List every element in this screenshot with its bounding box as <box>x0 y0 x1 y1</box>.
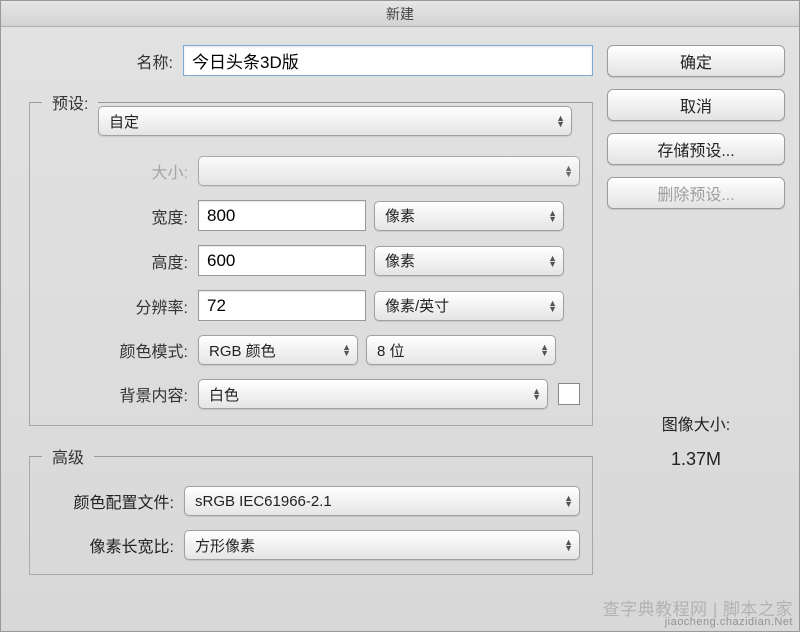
width-input[interactable] <box>198 200 366 231</box>
width-unit-value: 像素 <box>385 205 539 226</box>
bgcontent-value: 白色 <box>209 384 523 405</box>
bgcontent-label: 背景内容: <box>30 382 198 406</box>
save-preset-button[interactable]: 存储预设... <box>607 133 785 165</box>
image-size-value: 1.37M <box>607 449 785 470</box>
advanced-fieldset: 高级 颜色配置文件: sRGB IEC61966-2.1 像素长宽比: 方形像素 <box>29 444 593 575</box>
updown-icon <box>548 255 557 267</box>
side-buttons: 确定 取消 存储预设... 删除预设... 图像大小: 1.37M <box>607 45 785 575</box>
preset-value: 自定 <box>109 111 547 132</box>
preset-fieldset: 预设: 自定 大小: <box>29 90 593 426</box>
image-size-label: 图像大小: <box>607 411 785 435</box>
resolution-unit-select[interactable]: 像素/英寸 <box>374 291 564 321</box>
updown-icon <box>342 344 351 356</box>
name-row: 名称: <box>15 45 593 76</box>
bgcolor-swatch[interactable] <box>558 383 580 405</box>
colorprofile-label: 颜色配置文件: <box>30 489 184 513</box>
height-input[interactable] <box>198 245 366 276</box>
updown-icon <box>548 210 557 222</box>
cancel-button[interactable]: 取消 <box>607 89 785 121</box>
resolution-input[interactable] <box>198 290 366 321</box>
colormode-label: 颜色模式: <box>30 338 198 362</box>
height-unit-select[interactable]: 像素 <box>374 246 564 276</box>
resolution-unit-value: 像素/英寸 <box>385 295 539 316</box>
updown-icon <box>564 539 573 551</box>
height-unit-value: 像素 <box>385 250 539 271</box>
updown-icon <box>564 165 573 177</box>
updown-icon <box>564 495 573 507</box>
updown-icon <box>548 300 557 312</box>
bitdepth-select[interactable]: 8 位 <box>366 335 556 365</box>
colormode-select[interactable]: RGB 颜色 <box>198 335 358 365</box>
updown-icon <box>532 388 541 400</box>
bitdepth-value: 8 位 <box>377 340 531 361</box>
aspectratio-select[interactable]: 方形像素 <box>184 530 580 560</box>
name-input[interactable] <box>183 45 593 76</box>
updown-icon <box>540 344 549 356</box>
advanced-legend: 高级 <box>42 444 94 468</box>
delete-preset-button[interactable]: 删除预设... <box>607 177 785 209</box>
watermark-line1: 查字典教程网 | 脚本之家 <box>603 603 793 616</box>
size-label: 大小: <box>30 159 198 183</box>
size-select[interactable] <box>198 156 580 186</box>
resolution-label: 分辨率: <box>30 294 198 318</box>
watermark: 查字典教程网 | 脚本之家 jiaocheng.chazidian.Net <box>603 603 793 629</box>
aspectratio-value: 方形像素 <box>195 535 555 556</box>
ok-button[interactable]: 确定 <box>607 45 785 77</box>
updown-icon <box>556 115 565 127</box>
aspectratio-label: 像素长宽比: <box>30 533 184 557</box>
preset-legend: 预设: <box>42 90 98 114</box>
colorprofile-select[interactable]: sRGB IEC61966-2.1 <box>184 486 580 516</box>
name-label: 名称: <box>15 49 183 73</box>
new-document-dialog: 新建 名称: 预设: 自定 大小: <box>0 0 800 632</box>
width-unit-select[interactable]: 像素 <box>374 201 564 231</box>
height-label: 高度: <box>30 249 198 273</box>
dialog-title: 新建 <box>1 1 799 27</box>
preset-select[interactable]: 自定 <box>98 106 572 136</box>
colorprofile-value: sRGB IEC61966-2.1 <box>195 493 555 510</box>
bgcontent-select[interactable]: 白色 <box>198 379 548 409</box>
width-label: 宽度: <box>30 204 198 228</box>
image-size-info: 图像大小: 1.37M <box>607 411 785 470</box>
colormode-value: RGB 颜色 <box>209 340 333 361</box>
